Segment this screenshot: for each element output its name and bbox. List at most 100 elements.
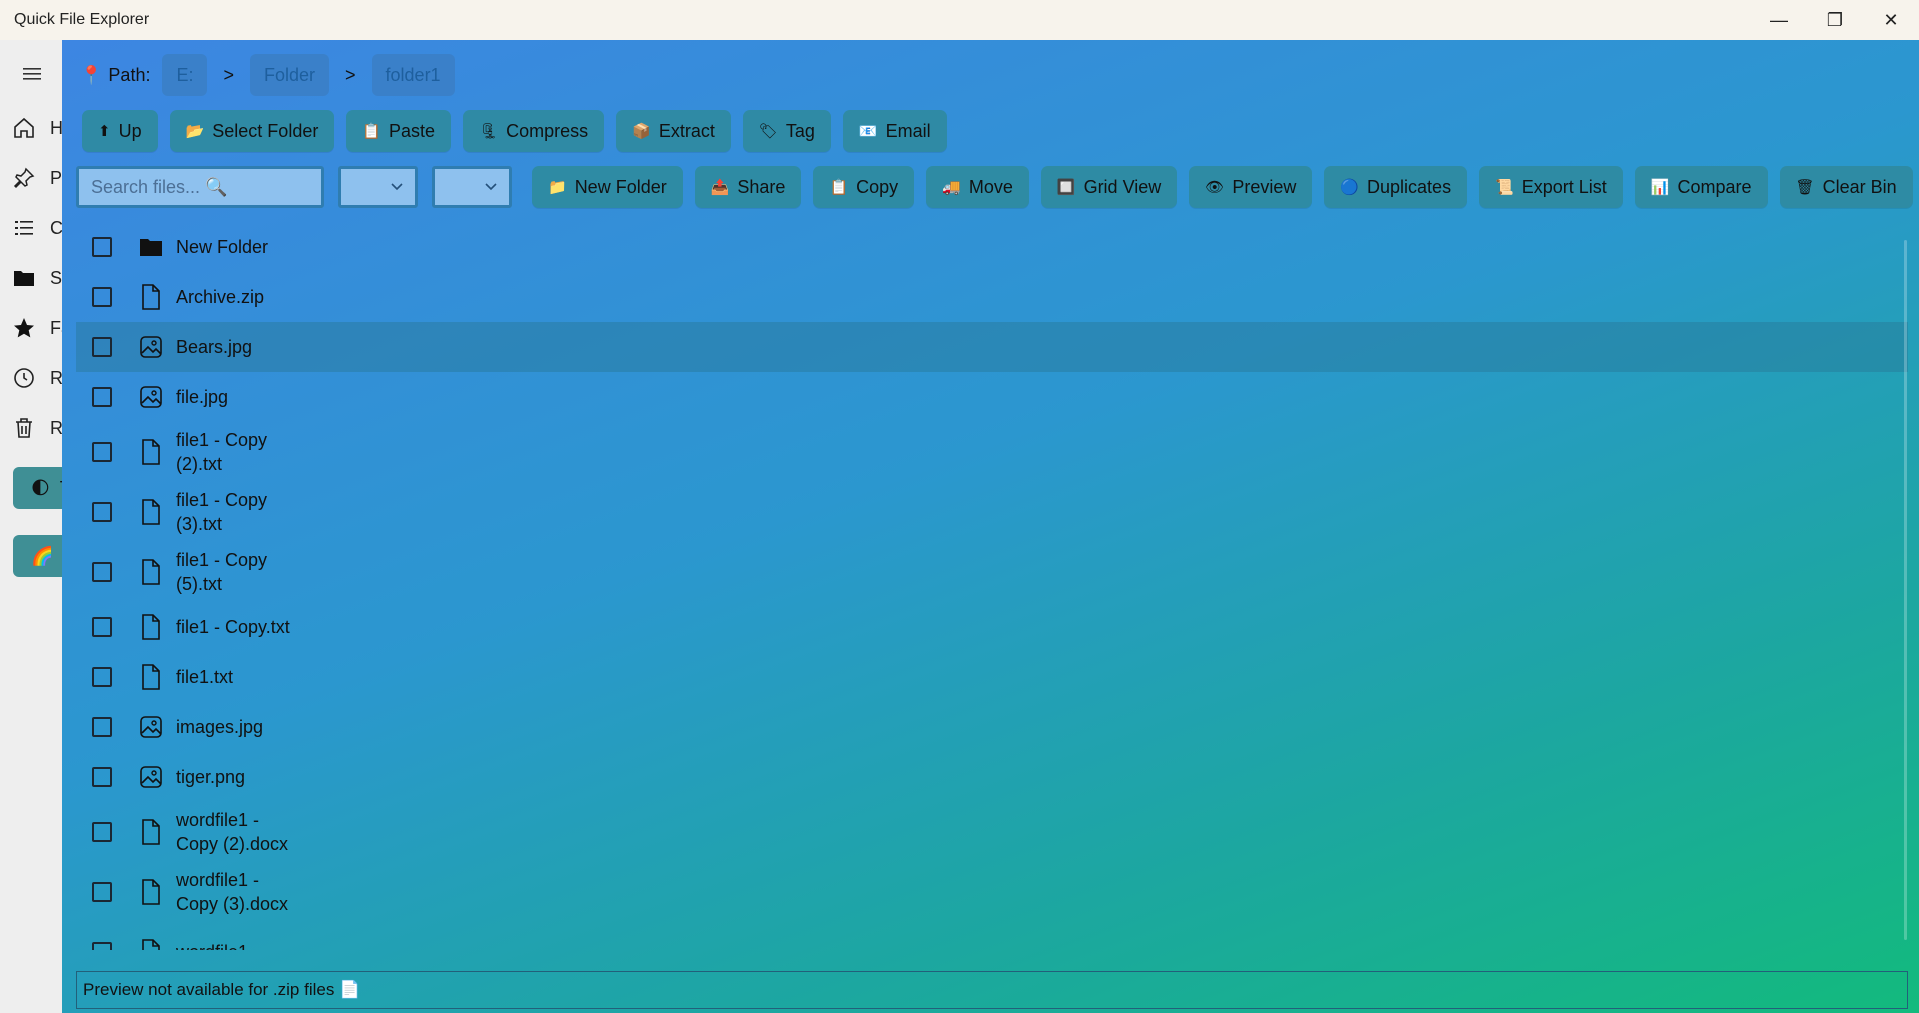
new-folder-button[interactable]: 📁 New Folder: [532, 166, 683, 208]
file-row[interactable]: wordfile1 - Copy (3).docx: [76, 862, 1908, 922]
breadcrumb-item[interactable]: Folder: [249, 54, 330, 96]
file-name: file1 - Copy (5).txt: [176, 550, 268, 594]
file-checkbox[interactable]: [92, 237, 112, 257]
file-name: wordfile1 - Copy (2).docx: [176, 810, 289, 854]
file-row[interactable]: file1 - Copy (3).txt: [76, 482, 1908, 542]
window-title: Quick File Explorer: [14, 11, 150, 28]
email-icon: 📧: [858, 123, 878, 140]
file-checkbox[interactable]: [92, 882, 112, 902]
email-button[interactable]: 📧 Email: [842, 110, 947, 152]
file-row[interactable]: file1.txt: [76, 652, 1908, 702]
file-checkbox[interactable]: [92, 387, 112, 407]
home-icon: [12, 113, 36, 143]
clear-bin-button[interactable]: 🗑 Clear Bin: [1779, 166, 1913, 208]
file-list-scrollbar[interactable]: [1904, 240, 1907, 940]
file-row[interactable]: file1 - Copy (5).txt: [76, 542, 1908, 602]
theme-button[interactable]: 🌓Theme: [13, 467, 62, 509]
minimize-button[interactable]: —: [1751, 0, 1807, 40]
export-list-button[interactable]: 📜 Export List: [1479, 166, 1623, 208]
clock-icon: [12, 363, 36, 393]
nav-item-label: Recent: [50, 367, 62, 388]
tag-button[interactable]: 🏷 Tag: [742, 110, 831, 152]
window-controls: — ❐ ✕: [1751, 0, 1919, 40]
nav-item-recent[interactable]: Recent: [12, 360, 62, 396]
file-name: file1 - Copy (2).txt: [176, 430, 268, 474]
duplicates-button[interactable]: 🔵 Duplicates: [1324, 166, 1468, 208]
file-name: wordfile1 - Copy (3).docx: [176, 870, 289, 914]
file-row[interactable]: images.jpg: [76, 702, 1908, 752]
file-checkbox[interactable]: [92, 667, 112, 687]
file-row[interactable]: Bears.jpg: [76, 322, 1908, 372]
nav-item-label: Saved: [50, 267, 62, 288]
pin-icon: 📍: [80, 64, 103, 85]
nav-item-favorites[interactable]: Favorites: [12, 310, 62, 346]
close-button[interactable]: ✕: [1863, 0, 1919, 40]
filter-dropdown[interactable]: [432, 166, 512, 208]
document-file-icon: [138, 498, 164, 526]
colors-icon: 🌈: [31, 545, 54, 566]
breadcrumb-item[interactable]: folder1: [371, 54, 455, 96]
nav-item-recycle-bin[interactable]: Recycle Bin: [12, 410, 62, 446]
image-file-icon: [138, 333, 164, 361]
document-file-icon: [138, 663, 164, 691]
file-checkbox[interactable]: [92, 942, 112, 950]
share-button[interactable]: 📤 Share: [694, 166, 802, 208]
share-icon: 📤: [710, 179, 730, 196]
preview-button[interactable]: 👁 Preview: [1189, 166, 1313, 208]
file-row[interactable]: Archive.zip: [76, 272, 1908, 322]
path-bar: 📍 Path: E: > Folder > folder1: [80, 54, 455, 96]
breadcrumb-item[interactable]: E:: [162, 54, 208, 96]
copy-button[interactable]: 📋 Copy: [813, 166, 915, 208]
file-row[interactable]: wordfile1 -: [76, 922, 1908, 950]
file-checkbox[interactable]: [92, 337, 112, 357]
path-label: 📍 Path:: [80, 65, 150, 86]
button-label: Email: [885, 120, 931, 141]
nav-item-categories[interactable]: Categories: [12, 210, 62, 246]
star-icon: [12, 313, 36, 343]
extract-button[interactable]: 📦 Extract: [616, 110, 731, 152]
grid-view-icon: 🔲: [1056, 179, 1076, 196]
file-checkbox[interactable]: [92, 617, 112, 637]
file-name: Archive.zip: [176, 287, 265, 307]
file-checkbox[interactable]: [92, 767, 112, 787]
file-checkbox[interactable]: [92, 442, 112, 462]
file-checkbox[interactable]: [92, 822, 112, 842]
file-row[interactable]: wordfile1 - Copy (2).docx: [76, 802, 1908, 862]
nav-item-home[interactable]: Home: [12, 110, 62, 146]
export-list-icon: 📜: [1495, 179, 1514, 196]
file-row[interactable]: file.jpg: [76, 372, 1908, 422]
file-row[interactable]: file1 - Copy (2).txt: [76, 422, 1908, 482]
nav-item-saved[interactable]: Saved: [12, 260, 62, 296]
nav-item-pinned[interactable]: Pinned: [12, 160, 62, 196]
file-checkbox[interactable]: [92, 502, 112, 522]
paste-button[interactable]: 📋 Paste: [346, 110, 452, 152]
file-row[interactable]: file1 - Copy.txt: [76, 602, 1908, 652]
list-icon: [12, 213, 36, 243]
search-input[interactable]: [76, 166, 324, 208]
select-folder-button[interactable]: 📂 Select Folder: [169, 110, 335, 152]
chevron-down-icon: [483, 178, 499, 199]
status-bar: Preview not available for .zip files 📄: [76, 971, 1908, 1009]
file-checkbox[interactable]: [92, 287, 112, 307]
file-name: Bears.jpg: [176, 337, 253, 357]
button-label: Compress: [506, 120, 589, 141]
file-checkbox[interactable]: [92, 562, 112, 582]
sort-dropdown[interactable]: [338, 166, 418, 208]
file-row[interactable]: tiger.png: [76, 752, 1908, 802]
compare-button[interactable]: 📊 Compare: [1634, 166, 1768, 208]
nav-item-label: Home: [50, 117, 62, 138]
compress-button[interactable]: 🗜 Compress: [463, 110, 605, 152]
up-button[interactable]: ⬆ Up: [82, 110, 158, 152]
tag-icon: 🏷: [758, 123, 778, 140]
button-label: Grid View: [1083, 176, 1162, 197]
hamburger-menu-icon[interactable]: [18, 60, 46, 88]
file-checkbox[interactable]: [92, 717, 112, 737]
move-button[interactable]: 🚚 Move: [926, 166, 1029, 208]
grid-view-button[interactable]: 🔲 Grid View: [1040, 166, 1178, 208]
image-file-icon: [138, 713, 164, 741]
file-row[interactable]: New Folder: [76, 222, 1908, 272]
colors-button[interactable]: 🌈Colors: [13, 535, 62, 577]
maximize-button[interactable]: ❐: [1807, 0, 1863, 40]
button-label: Extract: [658, 120, 715, 141]
path-label-text: Path:: [108, 64, 151, 85]
